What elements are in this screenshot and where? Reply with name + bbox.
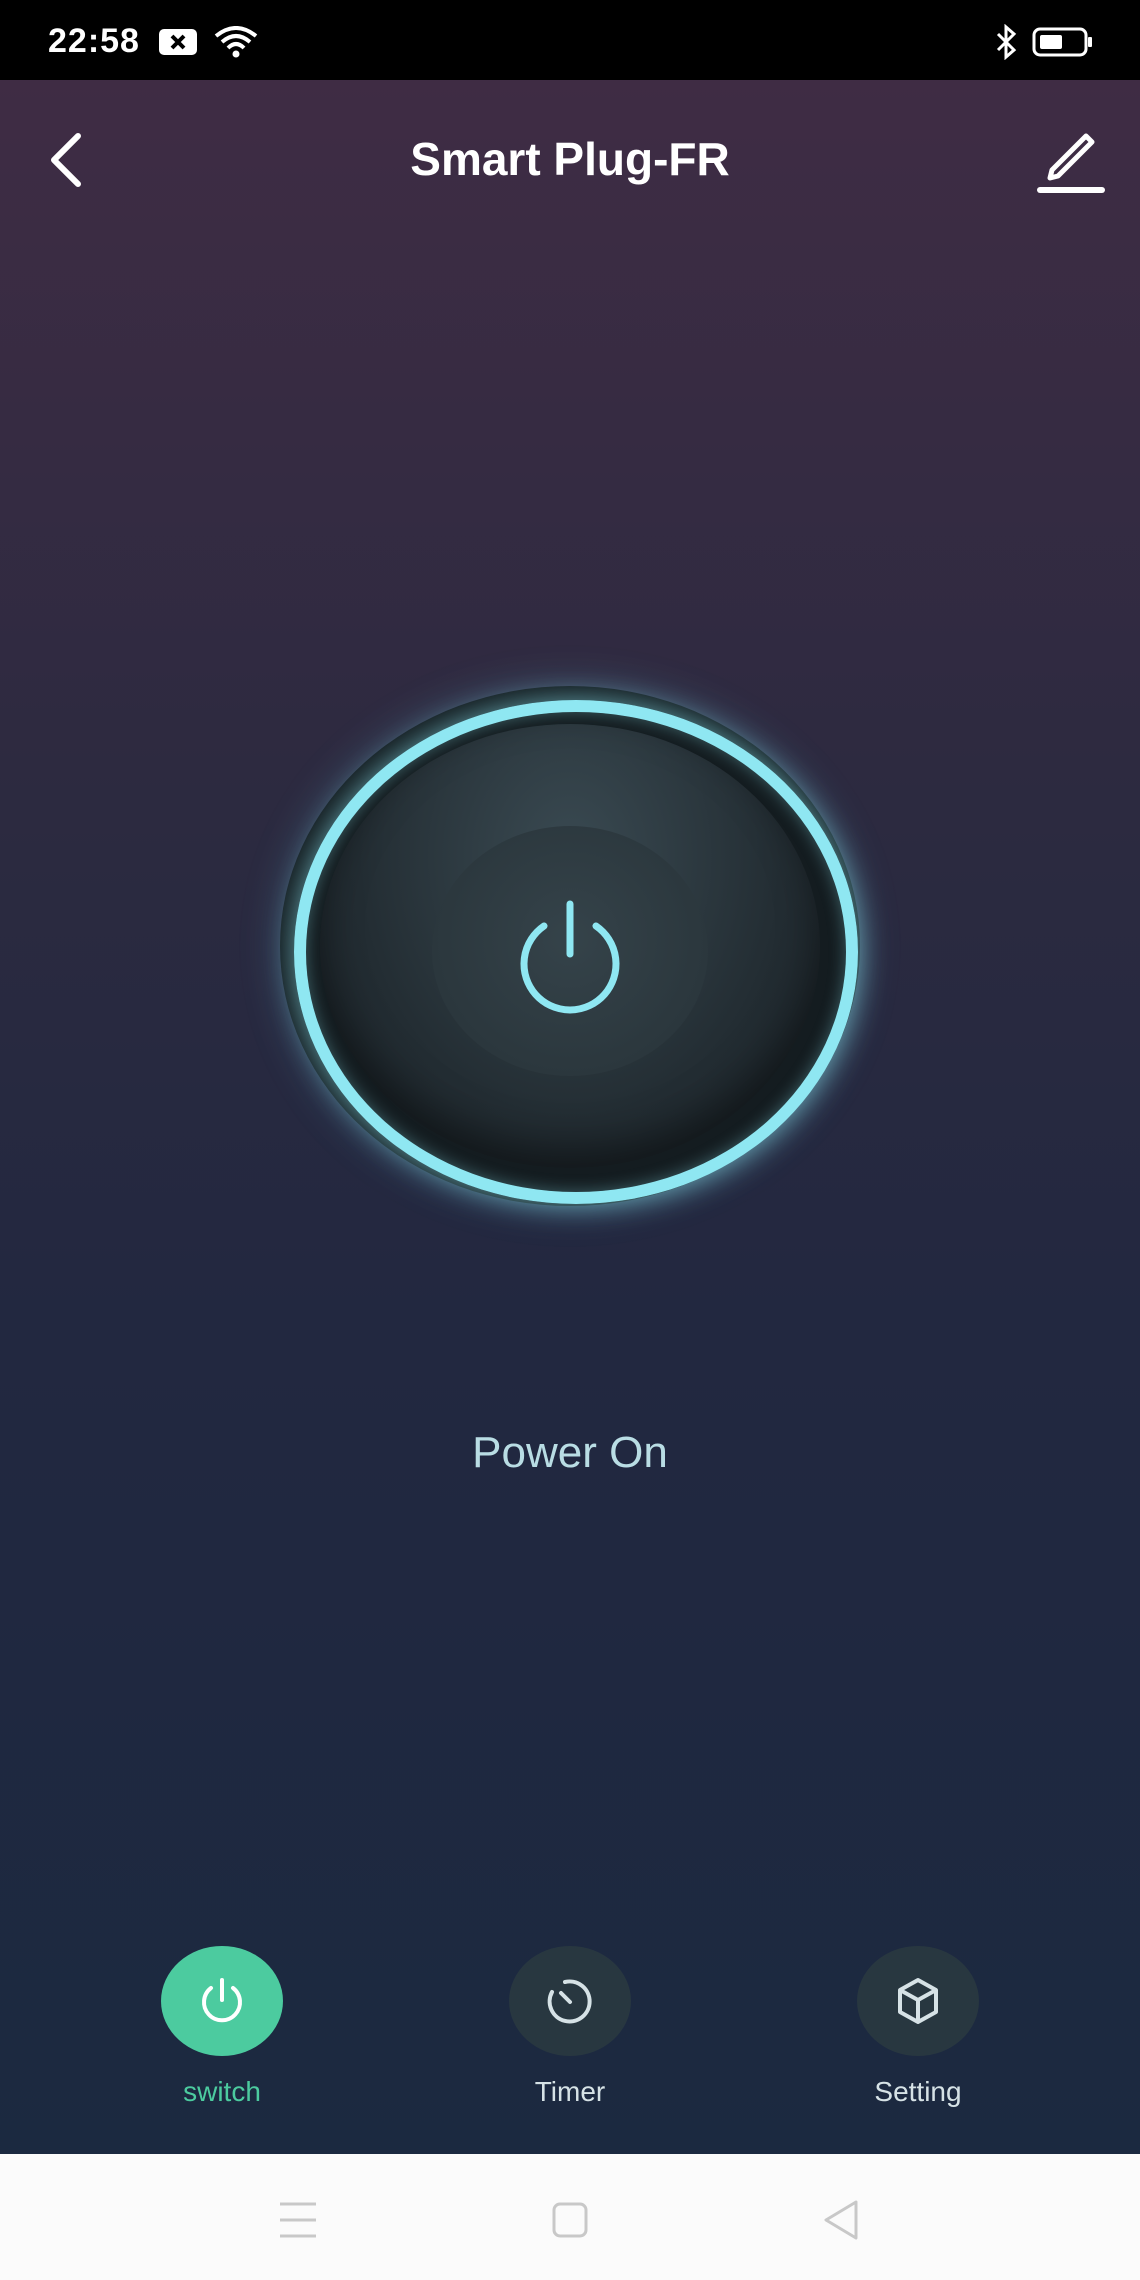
- tab-setting[interactable]: Setting: [818, 1946, 1018, 2146]
- system-nav-bar: [0, 2154, 1140, 2280]
- power-button[interactable]: [280, 686, 860, 1206]
- nav-bar: Smart Plug-FR: [0, 80, 1140, 240]
- home-button[interactable]: [540, 2190, 600, 2250]
- system-back-button[interactable]: [812, 2190, 872, 2250]
- bluetooth-icon: [996, 24, 1017, 60]
- status-right-icons: [994, 24, 1094, 60]
- tab-setting-circle: [857, 1946, 979, 2056]
- tab-timer-label: Timer: [534, 2076, 606, 2107]
- power-icon: [202, 1978, 242, 2023]
- edit-pencil-icon: [1037, 133, 1105, 193]
- menu-icon: [280, 2202, 316, 2238]
- notification-x-icon: [159, 29, 197, 55]
- tab-switch-circle: [161, 1946, 283, 2056]
- status-bar: 22:58: [0, 0, 1140, 80]
- app-screen: Smart Plug-FR Power On switch Timer Sett…: [0, 80, 1140, 2154]
- tab-setting-label: Setting: [874, 2076, 962, 2107]
- timer-icon: [547, 1979, 592, 2024]
- tab-bar: switch Timer Setting: [0, 1946, 1140, 2146]
- status-time: 22:58: [48, 22, 140, 60]
- wifi-icon: [214, 26, 258, 58]
- tab-timer-circle: [509, 1946, 631, 2056]
- tab-timer[interactable]: Timer: [470, 1946, 670, 2146]
- edit-button[interactable]: [1028, 120, 1108, 200]
- tab-switch-label: switch: [183, 2076, 261, 2107]
- home-icon: [552, 2202, 588, 2238]
- back-triangle-icon: [824, 2200, 858, 2240]
- status-left-icons: [158, 26, 258, 58]
- cube-icon: [898, 1978, 938, 2024]
- power-icon: [520, 900, 620, 1014]
- battery-icon: [1032, 27, 1092, 57]
- power-status: Power On: [472, 1428, 668, 1477]
- tab-switch[interactable]: switch: [122, 1946, 322, 2146]
- page-title: Smart Plug-FR: [410, 133, 730, 185]
- menu-button[interactable]: [268, 2190, 328, 2250]
